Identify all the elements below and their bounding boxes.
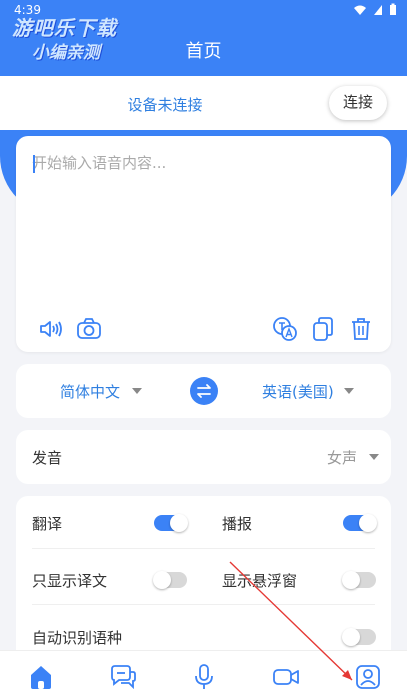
chat-icon[interactable] — [109, 663, 137, 691]
auto-detect-label: 自动识别语种 — [32, 629, 123, 647]
voice-card[interactable]: 发音 女声 — [16, 430, 391, 484]
signal-icon — [374, 4, 382, 15]
device-status: 设备未连接 — [127, 96, 203, 114]
swap-icon — [197, 384, 211, 398]
text-caret — [33, 155, 35, 173]
only-translation-label: 只显示译文 — [32, 572, 108, 590]
wifi-icon — [354, 5, 366, 15]
floating-window-toggle[interactable] — [342, 571, 376, 589]
home-icon[interactable] — [27, 663, 55, 691]
toggle-knob — [170, 514, 188, 532]
connect-button[interactable]: 连接 — [329, 86, 387, 120]
translate-toggle[interactable] — [154, 514, 188, 532]
divider — [32, 604, 375, 605]
translate-label: 翻译 — [32, 515, 63, 533]
voice-dropdown-icon[interactable] — [369, 454, 379, 460]
language-card: 简体中文 英语(美国) — [16, 364, 391, 418]
target-dropdown-icon[interactable] — [344, 388, 354, 394]
toggle-knob — [342, 571, 360, 589]
battery-icon — [390, 3, 396, 15]
status-icons — [353, 3, 397, 16]
toggle-knob — [359, 514, 377, 532]
broadcast-toggle[interactable] — [343, 514, 377, 532]
divider — [32, 548, 375, 549]
target-language-select[interactable]: 英语(美国) — [262, 381, 334, 402]
auto-detect-toggle[interactable] — [342, 628, 376, 646]
floating-window-label: 显示悬浮窗 — [222, 572, 298, 590]
toggle-knob — [342, 628, 360, 646]
translate-voice-icon[interactable] — [272, 316, 298, 342]
trash-icon[interactable] — [348, 316, 374, 342]
copy-icon[interactable] — [310, 316, 336, 342]
speech-input[interactable] — [32, 154, 372, 172]
camera-icon[interactable] — [76, 316, 102, 342]
toggle-knob — [153, 571, 171, 589]
swap-languages-button[interactable] — [190, 377, 218, 405]
speaker-icon[interactable] — [38, 316, 64, 342]
only-translation-toggle[interactable] — [153, 571, 187, 589]
source-language-select[interactable]: 简体中文 — [60, 381, 120, 402]
voice-value[interactable]: 女声 — [327, 447, 357, 468]
page-title: 首页 — [185, 41, 222, 62]
video-icon[interactable] — [272, 663, 300, 691]
settings-card: 翻译 播报 只显示译文 显示悬浮窗 自动识别语种 — [16, 496, 391, 666]
input-card — [16, 136, 391, 352]
voice-label: 发音 — [32, 449, 63, 467]
broadcast-label: 播报 — [222, 515, 253, 533]
mic-icon[interactable] — [190, 663, 218, 691]
source-dropdown-icon[interactable] — [132, 388, 142, 394]
bottom-nav — [0, 650, 407, 694]
profile-icon[interactable] — [354, 663, 382, 691]
